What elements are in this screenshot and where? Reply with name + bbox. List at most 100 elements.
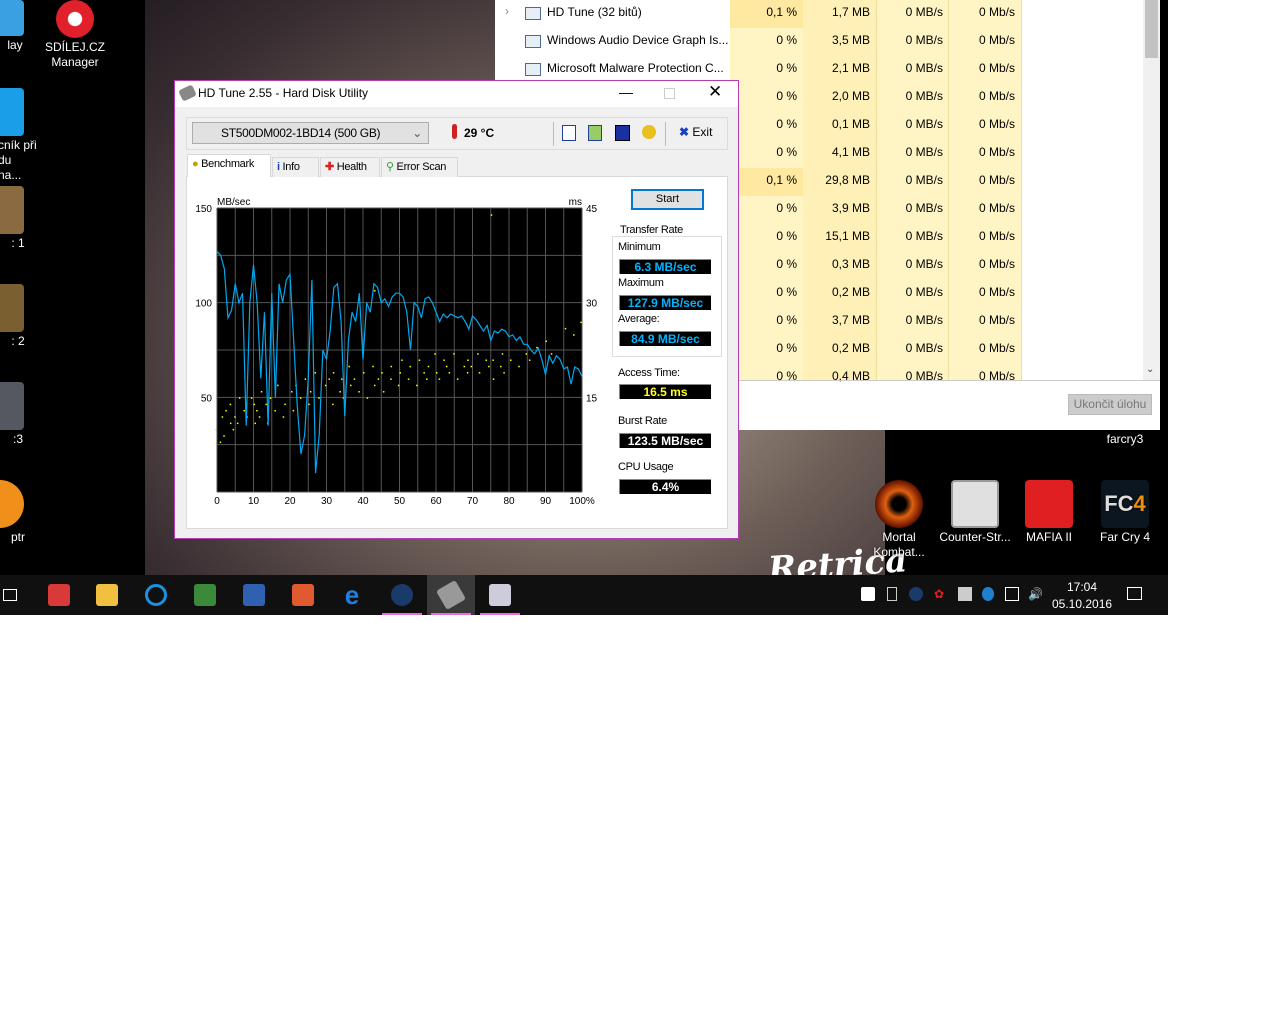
cpu-cell: 0,1 % [766,5,797,19]
edge-icon: e [344,579,360,610]
volume-icon[interactable]: 🔊 [1028,587,1043,601]
desktop-icon-photo-3[interactable]: :3 [0,382,38,447]
expand-chevron-icon[interactable]: › [505,4,509,18]
taskbar-ccleaner[interactable] [132,575,180,615]
access-time-point [438,378,441,380]
access-time-point [328,378,330,380]
copy-icon[interactable] [562,125,576,141]
maximum-value: 127.9 MB/sec [619,295,711,310]
cpu-cell: 0 % [776,229,797,243]
tray-globe-icon[interactable] [982,587,994,601]
start-button[interactable]: Start [631,189,704,210]
network-cell: 0 Mb/s [978,145,1015,159]
access-time-point [258,416,261,418]
maximize-button[interactable] [664,88,675,99]
taskbar-file-explorer[interactable] [83,575,131,615]
desktop-icon-farcry4[interactable]: FC4 Far Cry 4 [1087,480,1163,545]
network-cell: 0 Mb/s [978,341,1015,355]
network-cell: 0 Mb/s [978,285,1015,299]
icon-label: MAFIA II [1025,530,1072,544]
taskbar-edge[interactable]: e [328,575,376,615]
scroll-down-icon[interactable]: ⌄ [1146,364,1154,375]
process-row[interactable]: Windows Audio Device Graph Is... 0 % 3,5 M… [495,28,1143,56]
y-tick-label: 100 [195,299,212,310]
icon-label: lay [7,38,23,52]
end-task-button[interactable]: Ukončit úlohu [1068,394,1152,415]
tray-audio-icon[interactable] [861,587,875,601]
desktop-icon-windows-helper[interactable]: cník při du na... [0,88,38,183]
average-value: 84.9 MB/sec [619,331,711,346]
taskbar-excel[interactable] [181,575,229,615]
desktop-icon-photo-1[interactable]: : 1 [0,186,38,251]
cpu-cell: 0,1 % [766,173,797,187]
access-time-point [215,428,217,431]
disk-cell: 0 MB/s [905,257,943,271]
notification-center-icon[interactable] [1127,587,1142,600]
taskbar-powerpoint[interactable] [279,575,327,615]
process-row[interactable]: › HD Tune (32 bitů) 0,1 % 1,7 MB 0 MB/s 0 Mb/… [495,0,1143,28]
resource-monitor-icon [489,584,511,606]
close-button[interactable]: ✕ [708,82,722,102]
exit-button[interactable]: ✖ Exit [679,125,712,139]
access-time-point [501,353,504,355]
desktop-icon-counter-strike[interactable]: Counter-Str... [937,480,1013,545]
mortal-kombat-icon [875,480,923,528]
x-tick-label: 10 [248,496,260,507]
cpu-cell: 0 % [776,117,797,131]
disk-cell: 0 MB/s [905,201,943,215]
task-view-button[interactable] [0,575,34,615]
tab-info[interactable]: i Info [272,157,319,177]
taskbar-word[interactable] [230,575,278,615]
sdilej-icon [56,0,94,38]
tab-error-scan[interactable]: ⚲ Error Scan [381,157,458,177]
desktop-icon-mortal-kombat[interactable]: Mortal Kombat... [861,480,937,560]
access-time-point [341,378,343,380]
disk-cell: 0 MB/s [905,33,943,47]
scrollbar[interactable]: ⌄ [1143,0,1160,380]
network-cell: 0 Mb/s [978,5,1015,19]
taskbar-hdtune[interactable] [427,575,475,615]
taskbar-steam[interactable] [378,575,426,615]
title-bar[interactable]: HD Tune 2.55 - Hard Disk Utility — ✕ [175,81,738,107]
clock[interactable]: 17:04 05.10.2016 [1052,579,1112,613]
access-time-point [372,365,374,368]
options-icon[interactable] [642,125,656,139]
copy-screenshot-icon[interactable] [588,125,602,141]
cpu-cell: 0 % [776,257,797,271]
access-time-point [324,384,327,387]
windows-shield-icon [0,88,24,136]
network-icon[interactable] [1005,587,1019,601]
tray-red-icon[interactable]: ✿ [934,587,948,601]
taskbar-resource-monitor[interactable] [476,575,524,615]
tab-benchmark[interactable]: ● Benchmark [187,154,271,177]
desktop-icon-sdilej[interactable]: SDÍLEJ.CZ Manager [37,0,113,70]
tray-app-icon[interactable] [887,587,897,601]
mafia-icon [1025,480,1073,528]
memory-cell: 29,8 MB [825,173,870,187]
desktop-icon-farcry3[interactable]: farcry3 [1087,432,1163,447]
scrollbar-thumb[interactable] [1145,0,1158,58]
minimum-label: Minimum [618,241,661,253]
save-icon[interactable] [615,125,630,141]
cpu-cell: 0 % [776,201,797,215]
counter-strike-icon [951,480,999,528]
tray-steam-icon[interactable] [909,587,923,601]
tray-gray-icon[interactable] [958,587,972,601]
disk-cell: 0 MB/s [905,173,943,187]
process-icon [525,35,541,48]
tab-health[interactable]: ✚ Health [320,157,380,177]
drive-select[interactable]: ST500DM002-1BD14 (500 GB) ⌄ [192,122,429,144]
y-tick-label: 50 [201,393,213,404]
desktop-icon-mafia2[interactable]: MAFIA II [1011,480,1087,545]
taskbar-red-app[interactable] [35,575,83,615]
access-time-point [284,403,286,406]
x-tick-label: 50 [394,496,406,507]
y2-tick-label: 45 [586,204,598,215]
access-time-point [350,384,352,387]
access-time-point [353,378,356,380]
desktop-icon-play[interactable]: lay [0,0,38,53]
minimize-button[interactable]: — [619,84,633,100]
desktop-icon-ptr[interactable]: ptr [0,480,38,545]
desktop-icon-photo-2[interactable]: : 2 [0,284,38,349]
access-time-point [492,378,495,380]
